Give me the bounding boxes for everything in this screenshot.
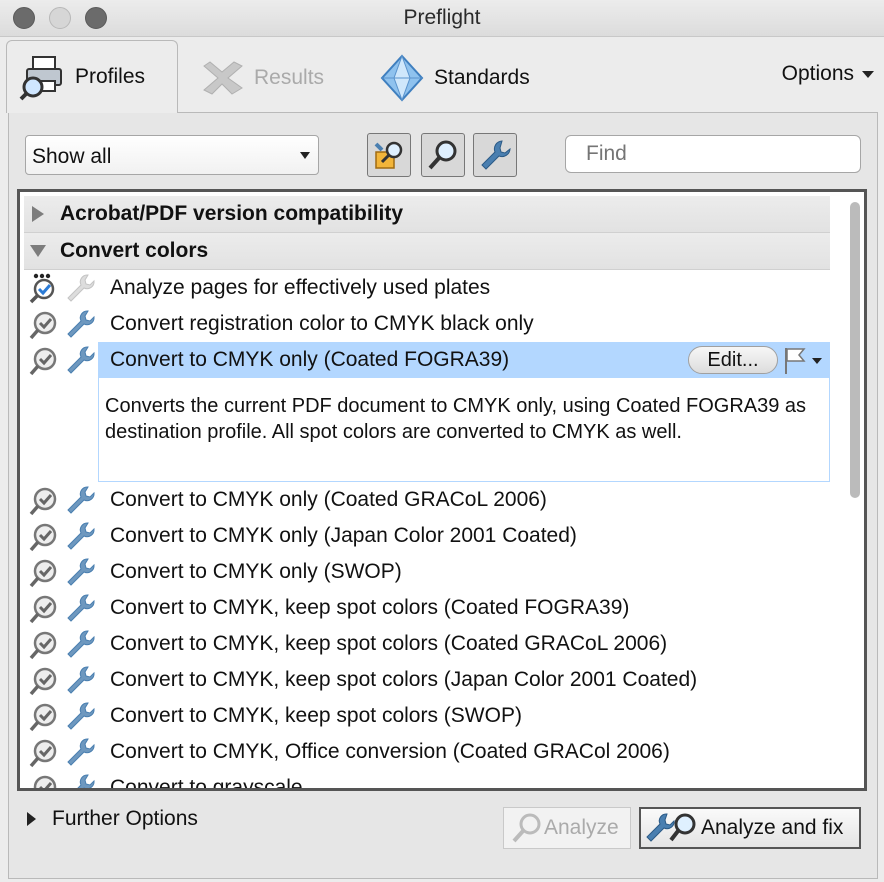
edit-button[interactable]: Edit... <box>688 346 778 374</box>
analyze-label: Analyze <box>544 816 619 839</box>
options-label: Options <box>781 62 854 85</box>
analyze-check-icon <box>29 347 57 376</box>
wrench-icon <box>481 140 511 170</box>
analyze-check-icon <box>29 273 55 304</box>
printer-magnifier-icon <box>19 56 62 101</box>
disclosure-triangle-down-icon[interactable] <box>30 245 46 257</box>
wrench-disabled-icon <box>67 274 95 302</box>
tab-standards-label: Standards <box>434 66 530 89</box>
list-item-label: Convert to CMYK, keep spot colors (Coate… <box>110 596 630 619</box>
flag-menu-icon[interactable] <box>782 346 824 376</box>
list-item-label: Convert to CMYK only (Japan Color 2001 C… <box>110 524 577 547</box>
list-item[interactable]: Convert to CMYK, Office conversion (Coat… <box>24 734 830 770</box>
options-menu[interactable]: Options <box>782 62 874 86</box>
list-item-label: Convert to CMYK only (SWOP) <box>110 560 402 583</box>
tab-bar: Profiles Results Standards Options <box>0 36 884 113</box>
profiles-list-more: Convert to CMYK only (Coated GRACoL 2006… <box>24 482 830 791</box>
analyze-check-icon <box>29 739 57 768</box>
wrench-icon <box>67 738 95 766</box>
list-item[interactable]: Convert to CMYK, keep spot colors (Coate… <box>24 590 830 626</box>
analyze-check-icon <box>29 311 57 340</box>
wrench-icon <box>67 486 95 514</box>
wrench-icon <box>67 558 95 586</box>
further-options-label: Further Options <box>52 807 198 830</box>
list-item[interactable]: Convert to CMYK only (Coated GRACoL 2006… <box>24 482 830 518</box>
group-convert-colors[interactable]: Convert colors <box>24 233 830 270</box>
analyze-magnifier-icon <box>428 140 457 170</box>
wrench-icon <box>67 702 95 730</box>
list-item[interactable]: Convert to grayscale <box>24 770 830 791</box>
tab-profiles[interactable]: Profiles <box>6 40 178 113</box>
profiles-panel: Show all Find Acrobat/PDF version compat… <box>8 112 878 879</box>
wrench-icon <box>67 594 95 622</box>
analyze-check-icon <box>29 487 57 516</box>
profile-filter-select[interactable]: Show all <box>25 135 319 175</box>
analyze-magnifier-icon <box>512 813 541 843</box>
list-item-label: Convert to CMYK, keep spot colors (Japan… <box>110 668 698 691</box>
profile-filter-value: Show all <box>32 145 112 168</box>
list-item[interactable]: Convert to CMYK, keep spot colors (Japan… <box>24 662 830 698</box>
preflight-window: Preflight Profiles Results Standards Opt… <box>0 0 884 882</box>
list-item-selected[interactable]: Convert to CMYK only (Coated FOGRA39) Ed… <box>24 342 830 378</box>
list-item[interactable]: Analyze pages for effectively used plate… <box>24 270 830 306</box>
list-item-label: Convert to CMYK only (Coated FOGRA39) <box>110 348 510 371</box>
tab-standards[interactable]: Standards <box>378 44 530 112</box>
analyze-and-fix-label: Analyze and fix <box>701 816 844 839</box>
list-item[interactable]: Convert to CMYK only (Japan Color 2001 C… <box>24 518 830 554</box>
wrench-icon <box>67 630 95 658</box>
find-input[interactable] <box>565 135 861 173</box>
list-item-label: Convert to CMYK, keep spot colors (SWOP) <box>110 704 522 727</box>
further-options-toggle[interactable]: Further Options <box>27 807 198 831</box>
analyze-check-icon <box>29 631 57 660</box>
list-item[interactable]: Convert to CMYK only (SWOP) <box>24 554 830 590</box>
chevron-down-icon <box>300 152 310 159</box>
analyze-check-icon <box>29 595 57 624</box>
selected-list-item[interactable]: Convert to CMYK only (Coated FOGRA39) Ed… <box>24 342 830 482</box>
diamond-icon <box>380 54 424 102</box>
profiles-list[interactable]: Acrobat/PDF version compatibility Conver… <box>17 189 867 791</box>
results-x-icon <box>203 61 243 95</box>
analyze-button[interactable]: Analyze <box>503 807 631 849</box>
disclosure-triangle-right-icon <box>27 812 36 826</box>
chevron-down-icon <box>862 70 874 78</box>
list-item[interactable]: Convert to CMYK, keep spot colors (SWOP) <box>24 698 830 734</box>
tab-profiles-label: Profiles <box>75 65 146 88</box>
vertical-scrollbar[interactable] <box>850 202 860 498</box>
list-item[interactable]: Convert to CMYK, keep spot colors (Coate… <box>24 626 830 662</box>
tab-results-label: Results <box>254 66 325 89</box>
list-item-label: Convert to grayscale <box>110 776 303 791</box>
fixup-profile-button[interactable] <box>473 133 517 177</box>
window-title: Preflight <box>403 6 481 29</box>
list-item-label: Convert to CMYK, keep spot colors (Coate… <box>110 632 668 655</box>
list-item-label: Convert to CMYK only (Coated GRACoL 2006… <box>110 488 547 511</box>
analyze-check-icon <box>33 775 57 788</box>
analyze-check-icon <box>29 667 57 696</box>
profiles-toolbar: Show all <box>9 113 877 193</box>
analyze-and-fix-icon <box>646 813 696 842</box>
list-item-label: Convert to CMYK, Office conversion (Coat… <box>110 740 670 763</box>
analyze-check-icon <box>29 559 57 588</box>
fix-profile-icon <box>374 141 403 169</box>
analyze-profile-button[interactable] <box>421 133 465 177</box>
title-bar: Preflight <box>0 0 884 37</box>
analyze-check-icon <box>29 703 57 732</box>
wrench-icon <box>67 522 95 550</box>
wrench-icon <box>77 774 95 788</box>
disclosure-triangle-right-icon[interactable] <box>32 206 44 222</box>
list-item-label: Analyze pages for effectively used plate… <box>110 276 491 299</box>
wrench-icon <box>67 310 95 338</box>
list-item-label: Convert registration color to CMYK black… <box>110 312 534 335</box>
group-label: Convert colors <box>60 239 209 262</box>
fix-profile-button[interactable] <box>367 133 411 177</box>
analyze-check-icon <box>29 523 57 552</box>
list-item[interactable]: Convert registration color to CMYK black… <box>24 306 830 342</box>
analyze-and-fix-button[interactable]: Analyze and fix <box>639 807 861 849</box>
profiles-list-content: Acrobat/PDF version compatibility Conver… <box>24 196 830 791</box>
wrench-icon <box>67 666 95 694</box>
profile-description: Converts the current PDF document to CMY… <box>98 378 830 482</box>
tab-results[interactable]: Results <box>198 44 324 112</box>
group-label: Acrobat/PDF version compatibility <box>60 202 404 225</box>
group-acrobat-pdf-version[interactable]: Acrobat/PDF version compatibility <box>24 196 830 233</box>
wrench-icon <box>67 346 95 374</box>
